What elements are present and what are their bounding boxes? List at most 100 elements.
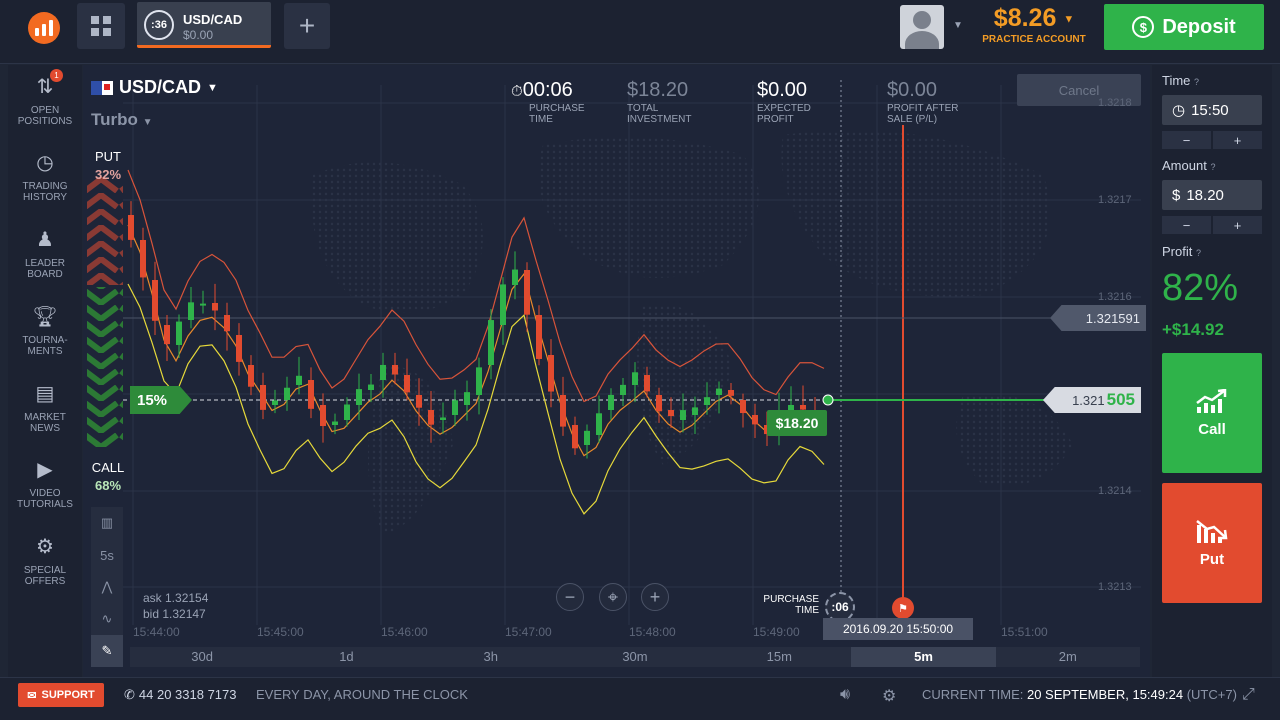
profit-label-text: Profit xyxy=(1162,244,1193,259)
zoom-out-button[interactable]: − xyxy=(556,583,584,611)
mode-selector[interactable]: Turbo ▼ xyxy=(91,110,153,130)
chevron-down-icon[interactable]: ▼ xyxy=(953,20,963,31)
candle-body xyxy=(656,395,662,412)
plus-icon: + xyxy=(649,586,661,607)
sidebar-item-leader-board[interactable]: ♟ LEADER BOARD xyxy=(8,228,82,280)
deposit-label: Deposit xyxy=(1162,15,1236,38)
asset-selector[interactable]: USD/CAD ▼ xyxy=(91,77,218,98)
zoom-in-button[interactable]: + xyxy=(641,583,669,611)
chat-icon: ✉ xyxy=(27,689,37,702)
avatar[interactable] xyxy=(900,5,944,49)
interval-tool[interactable]: 5s xyxy=(91,539,123,571)
asset-grid-button[interactable] xyxy=(77,3,125,49)
help-icon[interactable]: ? xyxy=(1196,248,1201,258)
current-time: CURRENT TIME: 20 SEPTEMBER, 15:49:24 (UT… xyxy=(922,687,1237,702)
center-chart-button[interactable]: ⌖ xyxy=(599,583,627,611)
time-decrease-button[interactable]: − xyxy=(1162,131,1211,149)
expected-profit-value: $0.00 xyxy=(757,79,808,101)
put-button[interactable]: Put xyxy=(1162,483,1262,603)
timeframe-1d[interactable]: 1d xyxy=(274,647,418,667)
trend-up-icon xyxy=(1196,388,1227,413)
candle-body xyxy=(164,325,170,345)
gear-icon[interactable]: ⚙ xyxy=(882,686,896,706)
call-button[interactable]: Call xyxy=(1162,353,1262,473)
help-icon[interactable]: ? xyxy=(1210,162,1215,172)
left-sidebar: ⇅ 1 OPEN POSITIONS ◷ TRADING HISTORY ♟ LE… xyxy=(8,65,82,677)
candle-body xyxy=(620,384,626,395)
candle-body xyxy=(428,410,434,425)
candles-tool-icon[interactable]: ▥ xyxy=(91,507,123,539)
sidebar-item-tournaments[interactable]: 🏆︎ TOURNA- MENTS xyxy=(8,305,82,357)
sidebar-item-label: SPECIAL OFFERS xyxy=(23,565,67,587)
sidebar-item-label: MARKET NEWS xyxy=(24,412,66,434)
current-price-suffix: 505 xyxy=(1106,390,1135,409)
indicator-tool-icon[interactable]: ⋀ xyxy=(91,571,123,603)
candle-body xyxy=(368,384,374,390)
fullscreen-icon[interactable]: ⤢ xyxy=(1242,686,1255,704)
candle-body xyxy=(704,397,710,405)
sound-icon[interactable]: 🔊︎ xyxy=(840,686,850,704)
trend-down-icon xyxy=(1196,519,1228,543)
grid-icon xyxy=(91,16,111,36)
total-investment-value: $18.20 xyxy=(627,79,689,101)
profit-label: Profit ? xyxy=(1162,244,1201,259)
candle-body xyxy=(476,367,482,395)
timeframe-3h[interactable]: 3h xyxy=(419,647,563,667)
candle-body xyxy=(212,303,218,311)
time-increase-button[interactable]: + xyxy=(1213,131,1262,149)
timeframe-2m[interactable]: 2m xyxy=(996,647,1140,667)
support-label: SUPPORT xyxy=(41,689,95,701)
app-logo-icon[interactable] xyxy=(28,12,60,44)
sidebar-item-trading-history[interactable]: ◷ TRADING HISTORY xyxy=(8,151,82,203)
balance-display[interactable]: $8.26 ▼ PRACTICE ACCOUNT xyxy=(976,4,1092,45)
candle-body xyxy=(500,284,506,325)
purchase-time-value: 00:06 xyxy=(522,79,573,101)
clock-icon: ◷ xyxy=(1172,102,1186,119)
profit-after-sale-value: $0.00 xyxy=(887,79,938,101)
timeframe-15m[interactable]: 15m xyxy=(707,647,851,667)
candle-body xyxy=(392,365,398,375)
time-stepper: − + xyxy=(1162,131,1262,149)
play-icon: ▶ xyxy=(37,459,53,481)
investment-tag: $18.20 xyxy=(767,410,827,436)
time-field[interactable]: ◷ 15:50 xyxy=(1162,95,1262,125)
plus-icon: + xyxy=(298,10,316,41)
candle-body xyxy=(752,415,758,425)
x-tick: 15:51:00 xyxy=(1001,625,1048,639)
y-tick: 1.3218 xyxy=(1098,97,1132,109)
profit-percent: 82% xyxy=(1162,267,1239,309)
asset-tab-usdcad[interactable]: :36 USD/CAD $0.00 xyxy=(137,2,271,48)
amount-increase-button[interactable]: + xyxy=(1213,216,1262,234)
mode-label: Turbo xyxy=(91,110,138,129)
amount-value: 18.20 xyxy=(1186,186,1224,204)
sidebar-item-market-news[interactable]: ▤ MARKET NEWS xyxy=(8,382,82,434)
support-button[interactable]: ✉ SUPPORT xyxy=(18,683,104,707)
amount-label-text: Amount xyxy=(1162,158,1207,173)
sidebar-item-special-offers[interactable]: ⚙ SPECIAL OFFERS xyxy=(8,535,82,587)
bottom-bar: ✉ SUPPORT ✆ 44 20 3318 7173 EVERY DAY, ARO… xyxy=(0,677,1280,720)
arrows-icon: ⇅ 1 xyxy=(31,69,63,99)
sidebar-item-label: OPEN POSITIONS xyxy=(17,105,73,127)
timeframe-5m[interactable]: 5m xyxy=(851,647,996,667)
help-icon[interactable]: ? xyxy=(1194,77,1199,87)
sidebar-item-video-tutorials[interactable]: ▶ VIDEO TUTORIALS xyxy=(8,458,82,510)
candle-body xyxy=(152,280,158,321)
timeframe-30m[interactable]: 30m xyxy=(563,647,707,667)
candle-body xyxy=(680,410,686,420)
line-tool-icon[interactable]: ∿ xyxy=(91,603,123,635)
timeframe-30d[interactable]: 30d xyxy=(130,647,274,667)
trading-chart[interactable]: USD/CAD ▼ Turbo ▼ ⏱00:06 PURCHASE TIME $… xyxy=(83,65,1150,677)
y-tick: 1.3214 xyxy=(1098,485,1132,497)
trade-panel: Time ? ◷ 15:50 − + Amount ? $18.20 − + Pr… xyxy=(1152,65,1272,677)
amount-stepper: − + xyxy=(1162,216,1262,234)
call-sentiment: CALL 68% xyxy=(91,459,125,495)
deposit-button[interactable]: $ Deposit xyxy=(1104,4,1264,50)
pencil-icon[interactable]: ✎ xyxy=(91,635,123,667)
amount-field[interactable]: $18.20 xyxy=(1162,180,1262,210)
amount-decrease-button[interactable]: − xyxy=(1162,216,1211,234)
add-asset-button[interactable]: + xyxy=(284,3,330,49)
x-tick: 15:45:00 xyxy=(257,625,304,639)
sidebar-item-open-positions[interactable]: ⇅ 1 OPEN POSITIONS xyxy=(8,69,82,127)
minus-icon: − xyxy=(564,586,576,607)
candle-body xyxy=(296,375,302,385)
